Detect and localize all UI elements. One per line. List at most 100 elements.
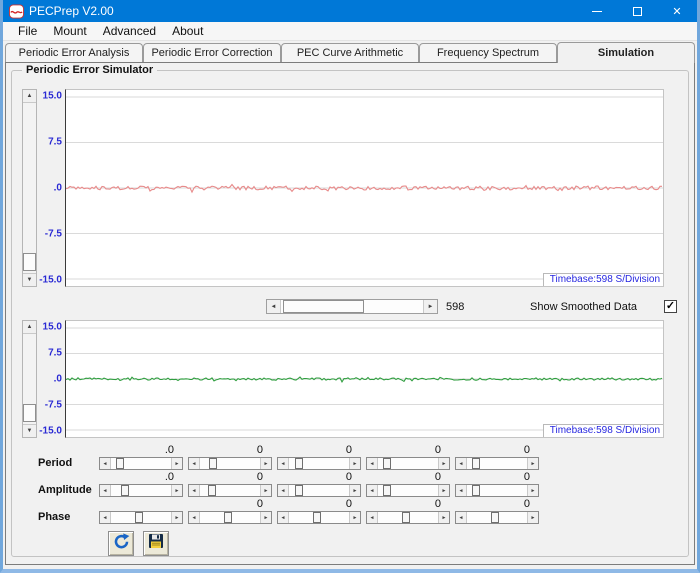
slider-left-arrow-icon[interactable]: ◄ [278, 458, 289, 469]
slider-thumb[interactable] [401, 512, 410, 523]
amplitude-slider-4[interactable]: ◄ ► [366, 484, 450, 497]
slider-left-arrow-icon[interactable]: ◄ [278, 485, 289, 496]
slider-left-arrow-icon[interactable]: ◄ [189, 485, 200, 496]
menu-advanced[interactable]: Advanced [95, 24, 164, 38]
slider-right-arrow-icon[interactable]: ► [260, 458, 271, 469]
amplitude-slider-3[interactable]: ◄ ► [277, 484, 361, 497]
slider-thumb[interactable] [294, 458, 303, 469]
amplitude-slider-group-4: 0 ◄ ► [366, 470, 450, 497]
tab-frequency-spectrum[interactable]: Frequency Spectrum [419, 43, 557, 62]
slider-left-arrow-icon[interactable]: ◄ [456, 512, 467, 523]
slider-right-arrow-icon[interactable]: ► [260, 485, 271, 496]
period-slider-1[interactable]: ◄ ► [99, 457, 183, 470]
period-slider-3[interactable]: ◄ ► [277, 457, 361, 470]
y-tick-label: -7.5 [44, 399, 62, 411]
minimize-icon [592, 10, 602, 12]
show-smoothed-data-checkbox[interactable]: ✓ [664, 300, 677, 313]
scroll-left-icon[interactable]: ◄ [267, 300, 281, 313]
tab-periodic-error-analysis[interactable]: Periodic Error Analysis [5, 43, 143, 62]
phase-slider-4[interactable]: ◄ ► [366, 511, 450, 524]
slider-thumb[interactable] [134, 512, 143, 523]
maximize-button[interactable] [617, 0, 657, 22]
tab-pec-curve-arithmetic[interactable]: PEC Curve Arithmetic [281, 43, 419, 62]
slider-left-arrow-icon[interactable]: ◄ [100, 485, 111, 496]
slider-left-arrow-icon[interactable]: ◄ [367, 512, 378, 523]
refresh-icon [113, 532, 130, 555]
timebase-scrollbar[interactable]: ◄ ► [266, 299, 438, 314]
phase-slider-2[interactable]: ◄ ► [188, 511, 272, 524]
tab-periodic-error-correction[interactable]: Periodic Error Correction [143, 43, 281, 62]
chart2-vscroll-thumb[interactable] [23, 404, 36, 422]
slider-right-arrow-icon[interactable]: ► [171, 485, 182, 496]
slider-right-arrow-icon[interactable]: ► [527, 485, 538, 496]
slider-right-arrow-icon[interactable]: ► [171, 458, 182, 469]
close-button[interactable]: ✕ [657, 0, 697, 22]
slider-thumb[interactable] [472, 458, 481, 469]
save-button[interactable] [143, 531, 169, 556]
refresh-button[interactable] [108, 531, 134, 556]
slider-right-arrow-icon[interactable]: ► [438, 485, 449, 496]
scroll-right-icon[interactable]: ► [423, 300, 437, 313]
timebase-scroll-thumb[interactable] [283, 300, 364, 313]
menu-file[interactable]: File [10, 24, 45, 38]
slider-right-arrow-icon[interactable]: ► [349, 512, 360, 523]
period-slider-4[interactable]: ◄ ► [366, 457, 450, 470]
slider-right-arrow-icon[interactable]: ► [349, 458, 360, 469]
slider-left-arrow-icon[interactable]: ◄ [100, 458, 111, 469]
slider-left-arrow-icon[interactable]: ◄ [278, 512, 289, 523]
slider-right-arrow-icon[interactable]: ► [438, 512, 449, 523]
period-slider-2[interactable]: ◄ ► [188, 457, 272, 470]
app-icon [9, 3, 24, 19]
slider-thumb[interactable] [490, 512, 499, 523]
phase-slider-1[interactable]: ◄ ► [99, 511, 183, 524]
minimize-button[interactable] [577, 0, 617, 22]
slider-left-arrow-icon[interactable]: ◄ [456, 485, 467, 496]
scroll-up-icon[interactable]: ▲ [23, 321, 36, 334]
titlebar: PECPrep V2.00 ✕ [3, 0, 697, 22]
slider-thumb[interactable] [209, 458, 218, 469]
amplitude-slider-2[interactable]: ◄ ► [188, 484, 272, 497]
slider-right-arrow-icon[interactable]: ► [349, 485, 360, 496]
slider-right-arrow-icon[interactable]: ► [527, 512, 538, 523]
period-slider-5[interactable]: ◄ ► [455, 457, 539, 470]
menu-about[interactable]: About [164, 24, 211, 38]
phase-slider-3[interactable]: ◄ ► [277, 511, 361, 524]
slider-right-arrow-icon[interactable]: ► [527, 458, 538, 469]
slider-left-arrow-icon[interactable]: ◄ [189, 512, 200, 523]
raw-error-chart: ▲ ▼ 15.0 7.5 .0 -7.5 -15.0 Timebase:598 S/Di… [22, 89, 664, 287]
slider-right-arrow-icon[interactable]: ► [171, 512, 182, 523]
menu-mount[interactable]: Mount [45, 24, 94, 38]
tab-simulation[interactable]: Simulation [557, 42, 695, 63]
slider-left-arrow-icon[interactable]: ◄ [367, 458, 378, 469]
window-controls: ✕ [577, 0, 697, 22]
scroll-up-icon[interactable]: ▲ [23, 90, 36, 103]
slider-thumb[interactable] [472, 485, 481, 496]
slider-thumb[interactable] [121, 485, 130, 496]
slider-right-arrow-icon[interactable]: ► [438, 458, 449, 469]
chart2-vertical-scrollbar[interactable]: ▲ ▼ [22, 320, 37, 438]
chart1-vertical-scrollbar[interactable]: ▲ ▼ [22, 89, 37, 287]
scroll-down-icon[interactable]: ▼ [23, 424, 36, 437]
slider-thumb[interactable] [383, 485, 392, 496]
slider-left-arrow-icon[interactable]: ◄ [100, 512, 111, 523]
slider-value: 0 [523, 471, 530, 483]
phase-slider-5[interactable]: ◄ ► [455, 511, 539, 524]
chart1-y-axis: 15.0 7.5 .0 -7.5 -15.0 [37, 89, 65, 287]
slider-thumb[interactable] [312, 512, 321, 523]
slider-thumb[interactable] [116, 458, 125, 469]
chart1-vscroll-thumb[interactable] [23, 253, 36, 271]
amplitude-slider-5[interactable]: ◄ ► [455, 484, 539, 497]
slider-thumb[interactable] [208, 485, 217, 496]
amplitude-slider-1[interactable]: ◄ ► [99, 484, 183, 497]
slider-right-arrow-icon[interactable]: ► [260, 512, 271, 523]
slider-thumb[interactable] [383, 458, 392, 469]
slider-left-arrow-icon[interactable]: ◄ [367, 485, 378, 496]
slider-value: 0 [256, 471, 263, 483]
slider-thumb[interactable] [294, 485, 303, 496]
phase-slider-group-3: 0 ◄ ► [277, 497, 361, 524]
slider-thumb[interactable] [223, 512, 232, 523]
slider-left-arrow-icon[interactable]: ◄ [456, 458, 467, 469]
slider-left-arrow-icon[interactable]: ◄ [189, 458, 200, 469]
scroll-down-icon[interactable]: ▼ [23, 273, 36, 286]
slider-row-label: Amplitude [38, 484, 92, 496]
